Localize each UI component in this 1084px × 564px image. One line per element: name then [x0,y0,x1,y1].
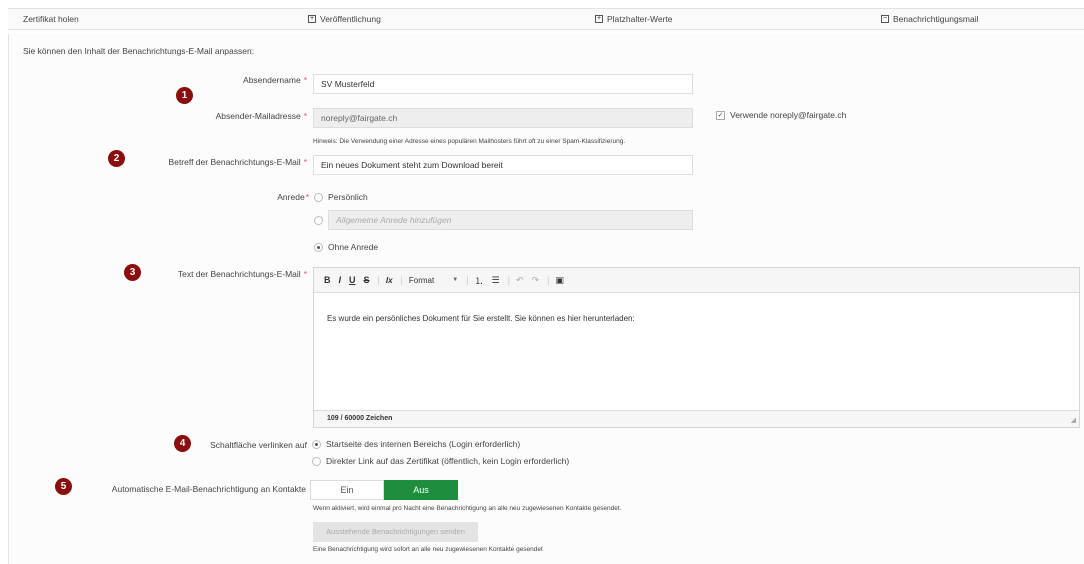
step-badge-1: 1 [176,87,193,104]
salutation-label-text: Anrede [277,192,305,202]
step-badge-2: 2 [108,150,125,167]
undo-icon[interactable]: ↶ [516,275,524,286]
salutation-radio-general[interactable] [314,216,328,225]
use-noreply-label: Verwende noreply@fairgate.ch [730,110,847,120]
subject-label: Betreff der Benachrichtungs-E-Mail * [169,157,307,167]
radio-icon [312,456,321,466]
toolbar-separator: | [547,275,550,285]
editor-content[interactable]: Es wurde ein persönliches Dokument für S… [327,314,635,323]
tab-label: Veröffentlichung [320,14,381,24]
sender-mail-hint: Hinweis: Die Verwendung einer Adresse ei… [313,138,626,145]
remove-format-button[interactable]: Ix [386,276,393,285]
toolbar-separator: | [400,275,403,285]
tab-label: Platzhalter-Werte [607,14,673,24]
radio-selected-icon [314,242,323,252]
numbered-list-icon[interactable]: ⒈ [475,274,484,287]
step-badge-3: 3 [124,264,141,281]
salutation-none-label: Ohne Anrede [328,242,379,252]
plus-box-icon: + [595,15,603,23]
required-mark: * [303,75,307,85]
sender-mail-label-text: Absender-Mailadresse [215,111,301,121]
toggle-option-aus[interactable]: Aus [384,480,458,500]
section-tabs: Zertifikat holen + Veröffentlichung + Pl… [8,8,1084,30]
general-salutation-input[interactable]: Allgemeine Anrede hinzufügen [328,210,693,230]
italic-button[interactable]: I [339,275,342,285]
body-text-label-text: Text der Benachrichtungs-E-Mail [177,269,301,279]
required-mark: * [303,157,307,167]
body-text-label: Text der Benachrichtungs-E-Mail * [178,269,307,279]
link-radio-direct[interactable]: Direkter Link auf das Zertifikat (öffent… [312,456,569,466]
resize-handle-icon[interactable]: ◢ [1071,416,1076,424]
salutation-radio-none[interactable]: Ohne Anrede [314,242,378,252]
rich-text-editor: B I U S | Ix | Format ▼ | ⒈ ☰ | ↶ ↷ | ▣ … [313,267,1080,428]
tab-veroeffentlichung[interactable]: + Veröffentlichung [308,14,381,24]
redo-icon[interactable]: ↷ [532,275,540,286]
sender-mail-input[interactable]: noreply@fairgate.ch [313,108,693,128]
send-pending-hint: Eine Benachrichtigung wird sofort an all… [313,546,543,553]
format-dropdown[interactable]: Format [409,276,434,285]
bulleted-list-icon[interactable]: ☰ [492,275,500,286]
required-mark: * [303,269,307,279]
step-badge-4: 4 [174,435,191,452]
salutation-personal-label: Persönlich [328,192,368,202]
underline-button[interactable]: U [349,275,356,285]
subject-label-text: Betreff der Benachrichtungs-E-Mail [168,157,301,167]
tab-platzhalter-werte[interactable]: + Platzhalter-Werte [595,14,673,24]
link-button-label: Schaltfläche verlinken auf [210,440,307,450]
link-internal-label: Startseite des internen Bereichs (Login … [326,439,521,449]
radio-icon [314,192,323,202]
toolbar-separator: | [377,275,380,285]
tab-benachrichtigungsmail[interactable]: − Benachrichtigungsmail [881,14,979,24]
toolbar-separator: | [507,275,510,285]
tab-label: Zertifikat holen [23,14,79,24]
send-pending-button[interactable]: Ausstehende Benachrichtigungen senden [313,522,478,542]
radio-icon [314,216,323,225]
auto-notify-hint: Wenn aktiviert, wird einmal pro Nacht ei… [313,505,622,512]
tab-label: Benachrichtigungsmail [893,14,979,24]
toolbar-separator: | [466,275,469,285]
editor-toolbar: B I U S | Ix | Format ▼ | ⒈ ☰ | ↶ ↷ | ▣ [314,268,1079,293]
link-direct-label: Direkter Link auf das Zertifikat (öffent… [326,456,570,466]
required-mark: * [303,111,307,121]
char-counter: 109 / 60000 Zeichen [314,410,1079,427]
tab-zertifikat-holen[interactable]: Zertifikat holen [23,14,79,24]
step-badge-5: 5 [55,478,72,495]
intro-text: Sie können den Inhalt der Benachrichtung… [23,46,255,56]
auto-notify-toggle: Ein Aus [310,480,458,500]
link-radio-internal[interactable]: Startseite des internen Bereichs (Login … [312,439,520,449]
sender-name-input[interactable]: SV Musterfeld [313,74,693,94]
strikethrough-button[interactable]: S [364,275,370,285]
minus-box-icon: − [881,15,889,23]
required-mark: * [305,192,309,202]
auto-notify-label: Automatische E-Mail-Benachrichtigung an … [111,484,306,494]
image-icon[interactable]: ▣ [555,275,564,286]
salutation-label: Anrede* [277,192,309,202]
plus-box-icon: + [308,15,316,23]
sender-name-label-text: Absendername [243,75,301,85]
toggle-option-ein[interactable]: Ein [310,480,384,500]
bold-button[interactable]: B [324,275,331,285]
checkmark-icon: ✓ [716,110,725,120]
sender-mail-label: Absender-Mailadresse * [216,111,307,121]
salutation-radio-personal[interactable]: Persönlich [314,192,368,202]
sender-name-label: Absendername * [243,75,307,85]
subject-input[interactable]: Ein neues Dokument steht zum Download be… [313,155,693,175]
use-noreply-checkbox[interactable]: ✓ Verwende noreply@fairgate.ch [716,110,846,120]
chevron-down-icon[interactable]: ▼ [452,277,458,283]
radio-selected-icon [312,439,321,449]
